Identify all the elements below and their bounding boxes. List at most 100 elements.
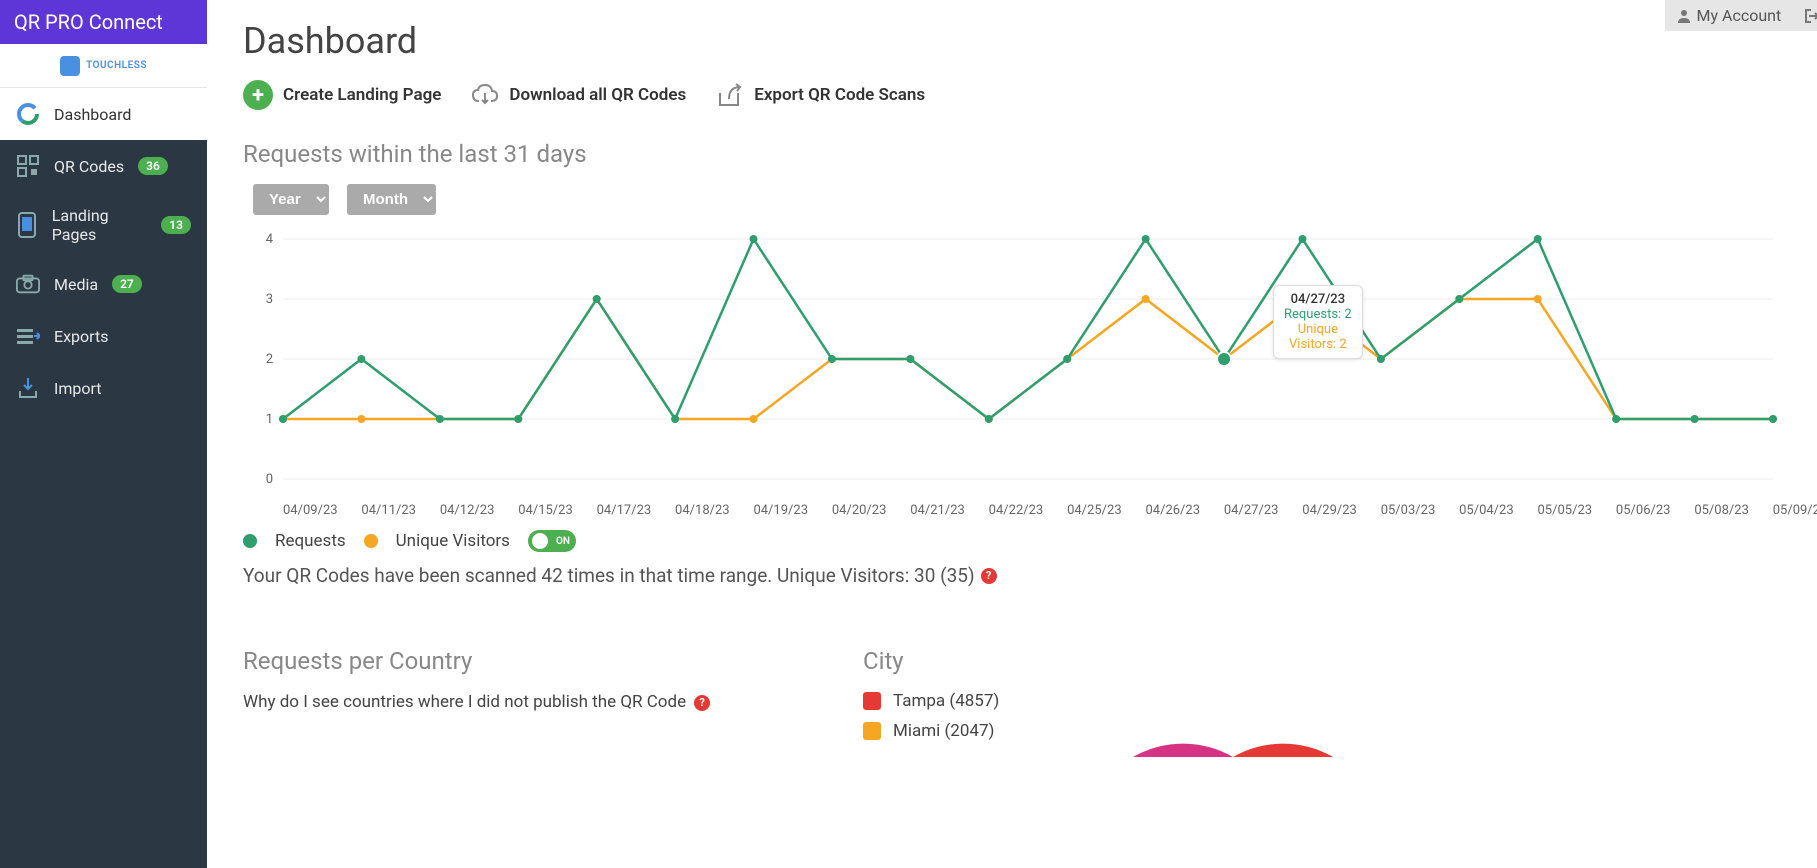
country-note: Why do I see countries where I did not p… xyxy=(243,692,686,712)
x-tick: 05/06/23 xyxy=(1616,503,1694,518)
x-tick: 04/19/23 xyxy=(753,503,831,518)
toggle-label: ON xyxy=(556,536,570,547)
nav-badge: 27 xyxy=(112,275,142,293)
x-tick: 04/21/23 xyxy=(910,503,988,518)
city-pie-icon xyxy=(1123,697,1343,757)
x-tick: 04/29/23 xyxy=(1302,503,1380,518)
svg-text:3: 3 xyxy=(266,292,273,307)
x-tick: 05/05/23 xyxy=(1538,503,1616,518)
month-select[interactable]: Month xyxy=(347,184,436,215)
tooltip-uv2: Visitors: 2 xyxy=(1284,337,1352,352)
download-qr-button[interactable]: Download all QR Codes xyxy=(471,83,686,107)
summary-text: Your QR Codes have been scanned 42 times… xyxy=(243,564,1817,587)
chart-container: 0 1 2 3 4 04/27/23 Requests: 2 Unique Visito… xyxy=(253,229,1817,499)
country-heading: Requests per Country xyxy=(243,647,763,675)
help-icon[interactable]: ? xyxy=(694,695,710,711)
brand-title: QR PRO Connect xyxy=(0,0,207,44)
sidebar-item-dashboard[interactable]: Dashboard xyxy=(0,88,207,140)
nav-badge: 36 xyxy=(138,157,168,175)
sidebar-item-exports[interactable]: Exports xyxy=(0,310,207,362)
action-label: Create Landing Page xyxy=(283,85,441,105)
x-tick: 05/09/23 xyxy=(1773,503,1817,518)
export-scans-button[interactable]: Export QR Code Scans xyxy=(716,83,925,107)
media-icon xyxy=(16,272,40,296)
filter-selects: Year Month xyxy=(253,184,1817,215)
x-tick: 04/22/23 xyxy=(989,503,1067,518)
qr-icon xyxy=(16,154,40,178)
export-arrow-icon xyxy=(716,83,744,107)
requests-chart: 0 1 2 3 4 xyxy=(253,229,1783,499)
city-swatch-icon xyxy=(863,692,881,710)
nav-label: Import xyxy=(54,379,102,398)
my-account-button[interactable]: My Account xyxy=(1665,0,1794,31)
city-label: Miami (2047) xyxy=(893,721,994,741)
sidebar: QR PRO Connect TOUCHLESS Dashboard QR Co… xyxy=(0,0,207,868)
x-tick: 05/03/23 xyxy=(1381,503,1459,518)
sidebar-item-media[interactable]: Media 27 xyxy=(0,258,207,310)
city-swatch-icon xyxy=(863,722,881,740)
chart-legend: Requests Unique Visitors ON xyxy=(243,530,1817,552)
x-tick: 04/20/23 xyxy=(832,503,910,518)
action-bar: + Create Landing Page Download all QR Co… xyxy=(243,80,1817,110)
exports-icon xyxy=(16,324,40,348)
create-landing-button[interactable]: + Create Landing Page xyxy=(243,80,441,110)
nav-label: Exports xyxy=(54,327,108,346)
svg-text:2: 2 xyxy=(266,352,273,367)
legend-unique: Unique Visitors xyxy=(396,531,510,551)
city-heading: City xyxy=(863,647,1463,675)
action-label: Download all QR Codes xyxy=(509,85,686,105)
tooltip-uv1: Unique xyxy=(1284,322,1352,337)
legend-requests: Requests xyxy=(275,531,346,551)
nav-badge: 13 xyxy=(161,216,191,234)
import-icon xyxy=(16,376,40,400)
touchless-icon xyxy=(60,56,80,76)
nav-label: Media xyxy=(54,275,98,294)
help-icon[interactable]: ? xyxy=(981,568,997,584)
account-label: My Account xyxy=(1697,6,1782,25)
nav-label: Landing Pages xyxy=(52,206,148,244)
main-content: My Account Logout Dashboard + Create Lan… xyxy=(207,0,1817,868)
x-tick: 04/25/23 xyxy=(1067,503,1145,518)
bottom-row: Requests per Country Why do I see countr… xyxy=(243,647,1817,751)
x-tick: 05/04/23 xyxy=(1459,503,1537,518)
nav-label: QR Codes xyxy=(54,157,124,176)
x-tick: 04/18/23 xyxy=(675,503,753,518)
tooltip-requests: Requests: 2 xyxy=(1284,307,1352,322)
x-tick: 04/27/23 xyxy=(1224,503,1302,518)
x-tick: 04/11/23 xyxy=(361,503,439,518)
dashboard-icon xyxy=(16,102,40,126)
svg-text:1: 1 xyxy=(266,412,273,427)
nav-label: Dashboard xyxy=(54,105,131,124)
x-tick: 04/26/23 xyxy=(1145,503,1223,518)
svg-text:4: 4 xyxy=(266,232,274,247)
svg-text:0: 0 xyxy=(266,472,273,487)
landing-icon xyxy=(16,213,38,237)
nav-list: Dashboard QR Codes 36 Landing Pages 13 xyxy=(0,88,207,414)
x-tick: 04/17/23 xyxy=(597,503,675,518)
x-tick: 04/15/23 xyxy=(518,503,596,518)
year-select[interactable]: Year xyxy=(253,184,329,215)
chart-tooltip: 04/27/23 Requests: 2 Unique Visitors: 2 xyxy=(1273,285,1363,359)
unique-toggle[interactable]: ON xyxy=(528,530,576,552)
sidebar-item-import[interactable]: Import xyxy=(0,362,207,414)
country-section: Requests per Country Why do I see countr… xyxy=(243,647,763,751)
logo-area[interactable]: TOUCHLESS xyxy=(0,44,207,88)
city-section: City Tampa (4857) Miami (2047) xyxy=(863,647,1463,751)
x-tick: 04/12/23 xyxy=(440,503,518,518)
user-icon xyxy=(1677,9,1691,23)
plus-icon: + xyxy=(243,80,273,110)
sidebar-item-qrcodes[interactable]: QR Codes 36 xyxy=(0,140,207,192)
logo-text: TOUCHLESS xyxy=(86,60,147,71)
page-title: Dashboard xyxy=(243,20,1817,62)
cloud-download-icon xyxy=(471,83,499,107)
unique-dot-icon xyxy=(364,534,378,548)
chart-x-axis: 04/09/2304/11/2304/12/2304/15/2304/17/23… xyxy=(253,503,1817,518)
x-tick: 05/08/23 xyxy=(1694,503,1772,518)
x-tick: 04/09/23 xyxy=(283,503,361,518)
action-label: Export QR Code Scans xyxy=(754,85,925,105)
topbar: My Account Logout xyxy=(1665,0,1817,31)
requests-dot-icon xyxy=(243,534,257,548)
logout-button[interactable]: Logout xyxy=(1793,0,1817,31)
tooltip-date: 04/27/23 xyxy=(1284,292,1352,307)
sidebar-item-landing[interactable]: Landing Pages 13 xyxy=(0,192,207,258)
